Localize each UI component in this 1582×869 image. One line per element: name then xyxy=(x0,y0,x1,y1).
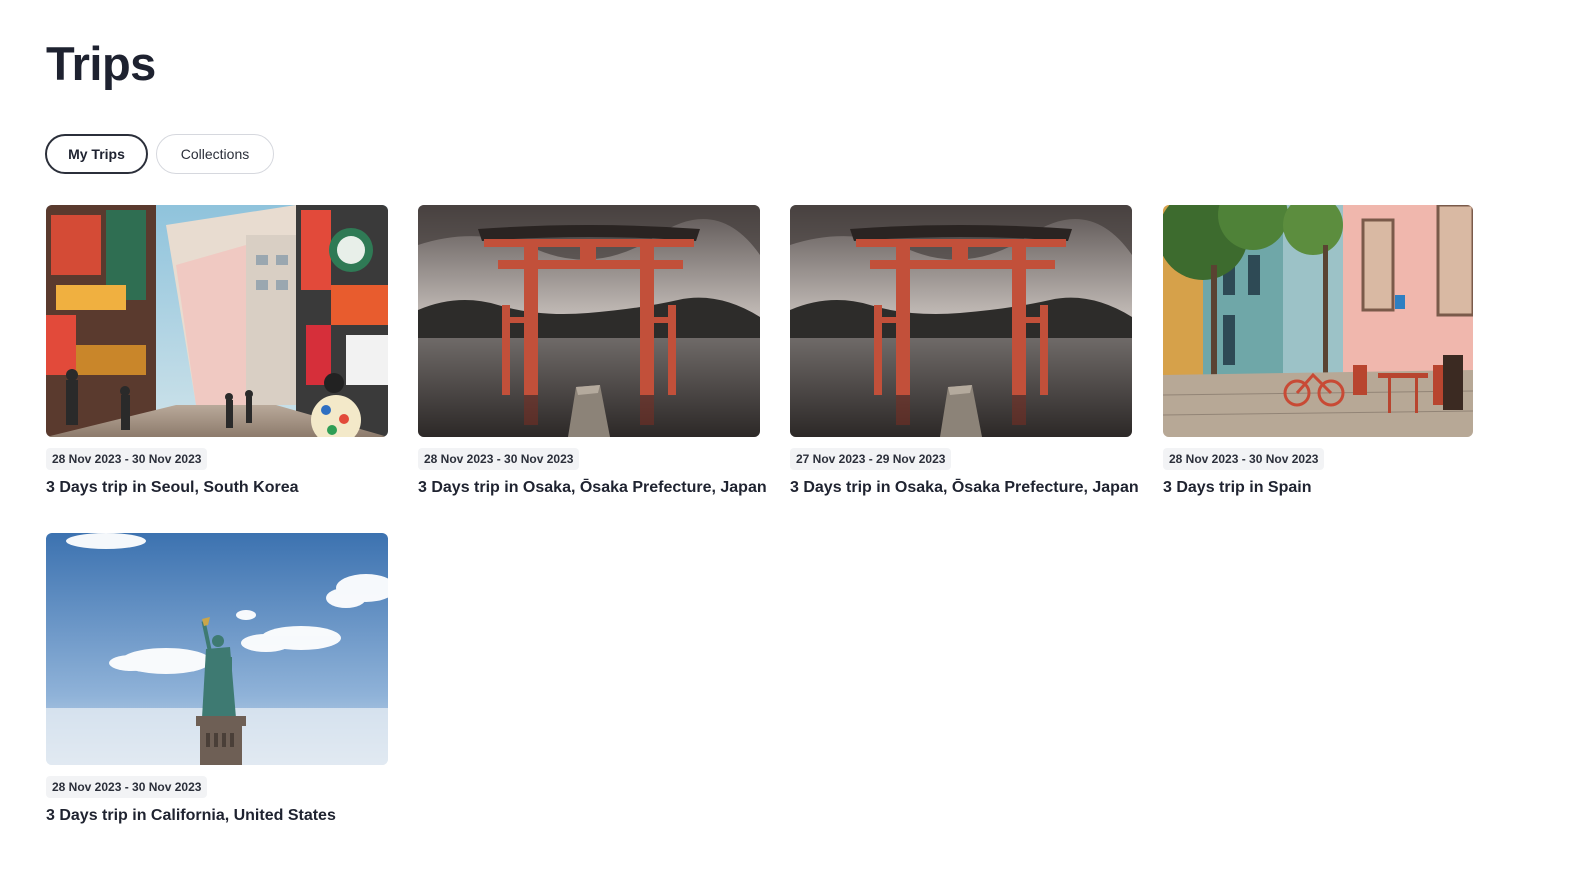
page-title: Trips xyxy=(46,37,156,90)
trip-dates: 28 Nov 2023 - 30 Nov 2023 xyxy=(46,776,208,798)
trip-dates: 28 Nov 2023 - 30 Nov 2023 xyxy=(418,448,580,470)
trip-tabs: My Trips Collections xyxy=(45,134,274,174)
trip-dates: 27 Nov 2023 - 29 Nov 2023 xyxy=(790,448,952,470)
torii-gate-lake-photo[interactable] xyxy=(790,205,1132,437)
trip-card-spain[interactable]: 28 Nov 2023 - 30 Nov 2023 3 Days trip in… xyxy=(1163,205,1505,497)
statue-of-liberty-photo[interactable] xyxy=(46,533,388,765)
trip-dates: 28 Nov 2023 - 30 Nov 2023 xyxy=(46,448,208,470)
trip-dates: 28 Nov 2023 - 30 Nov 2023 xyxy=(1163,448,1325,470)
seoul-street-photo[interactable] xyxy=(46,205,388,437)
spanish-street-cafe-photo[interactable] xyxy=(1163,205,1473,437)
trip-card-seoul[interactable]: 28 Nov 2023 - 30 Nov 2023 3 Days trip in… xyxy=(46,205,388,497)
trip-card-osaka[interactable]: 27 Nov 2023 - 29 Nov 2023 3 Days trip in… xyxy=(790,205,1139,497)
trip-title[interactable]: 3 Days trip in Seoul, South Korea xyxy=(46,479,388,497)
trip-title[interactable]: 3 Days trip in Osaka, Ōsaka Prefecture, … xyxy=(418,479,767,497)
trip-title[interactable]: 3 Days trip in Spain xyxy=(1163,479,1505,497)
trip-title[interactable]: 3 Days trip in California, United States xyxy=(46,807,388,825)
trip-card-osaka[interactable]: 28 Nov 2023 - 30 Nov 2023 3 Days trip in… xyxy=(418,205,767,497)
torii-gate-lake-photo[interactable] xyxy=(418,205,760,437)
tab-my-trips[interactable]: My Trips xyxy=(45,134,148,174)
trip-card-california[interactable]: 28 Nov 2023 - 30 Nov 2023 3 Days trip in… xyxy=(46,533,388,825)
trip-title[interactable]: 3 Days trip in Osaka, Ōsaka Prefecture, … xyxy=(790,479,1139,497)
tab-collections[interactable]: Collections xyxy=(156,134,274,174)
